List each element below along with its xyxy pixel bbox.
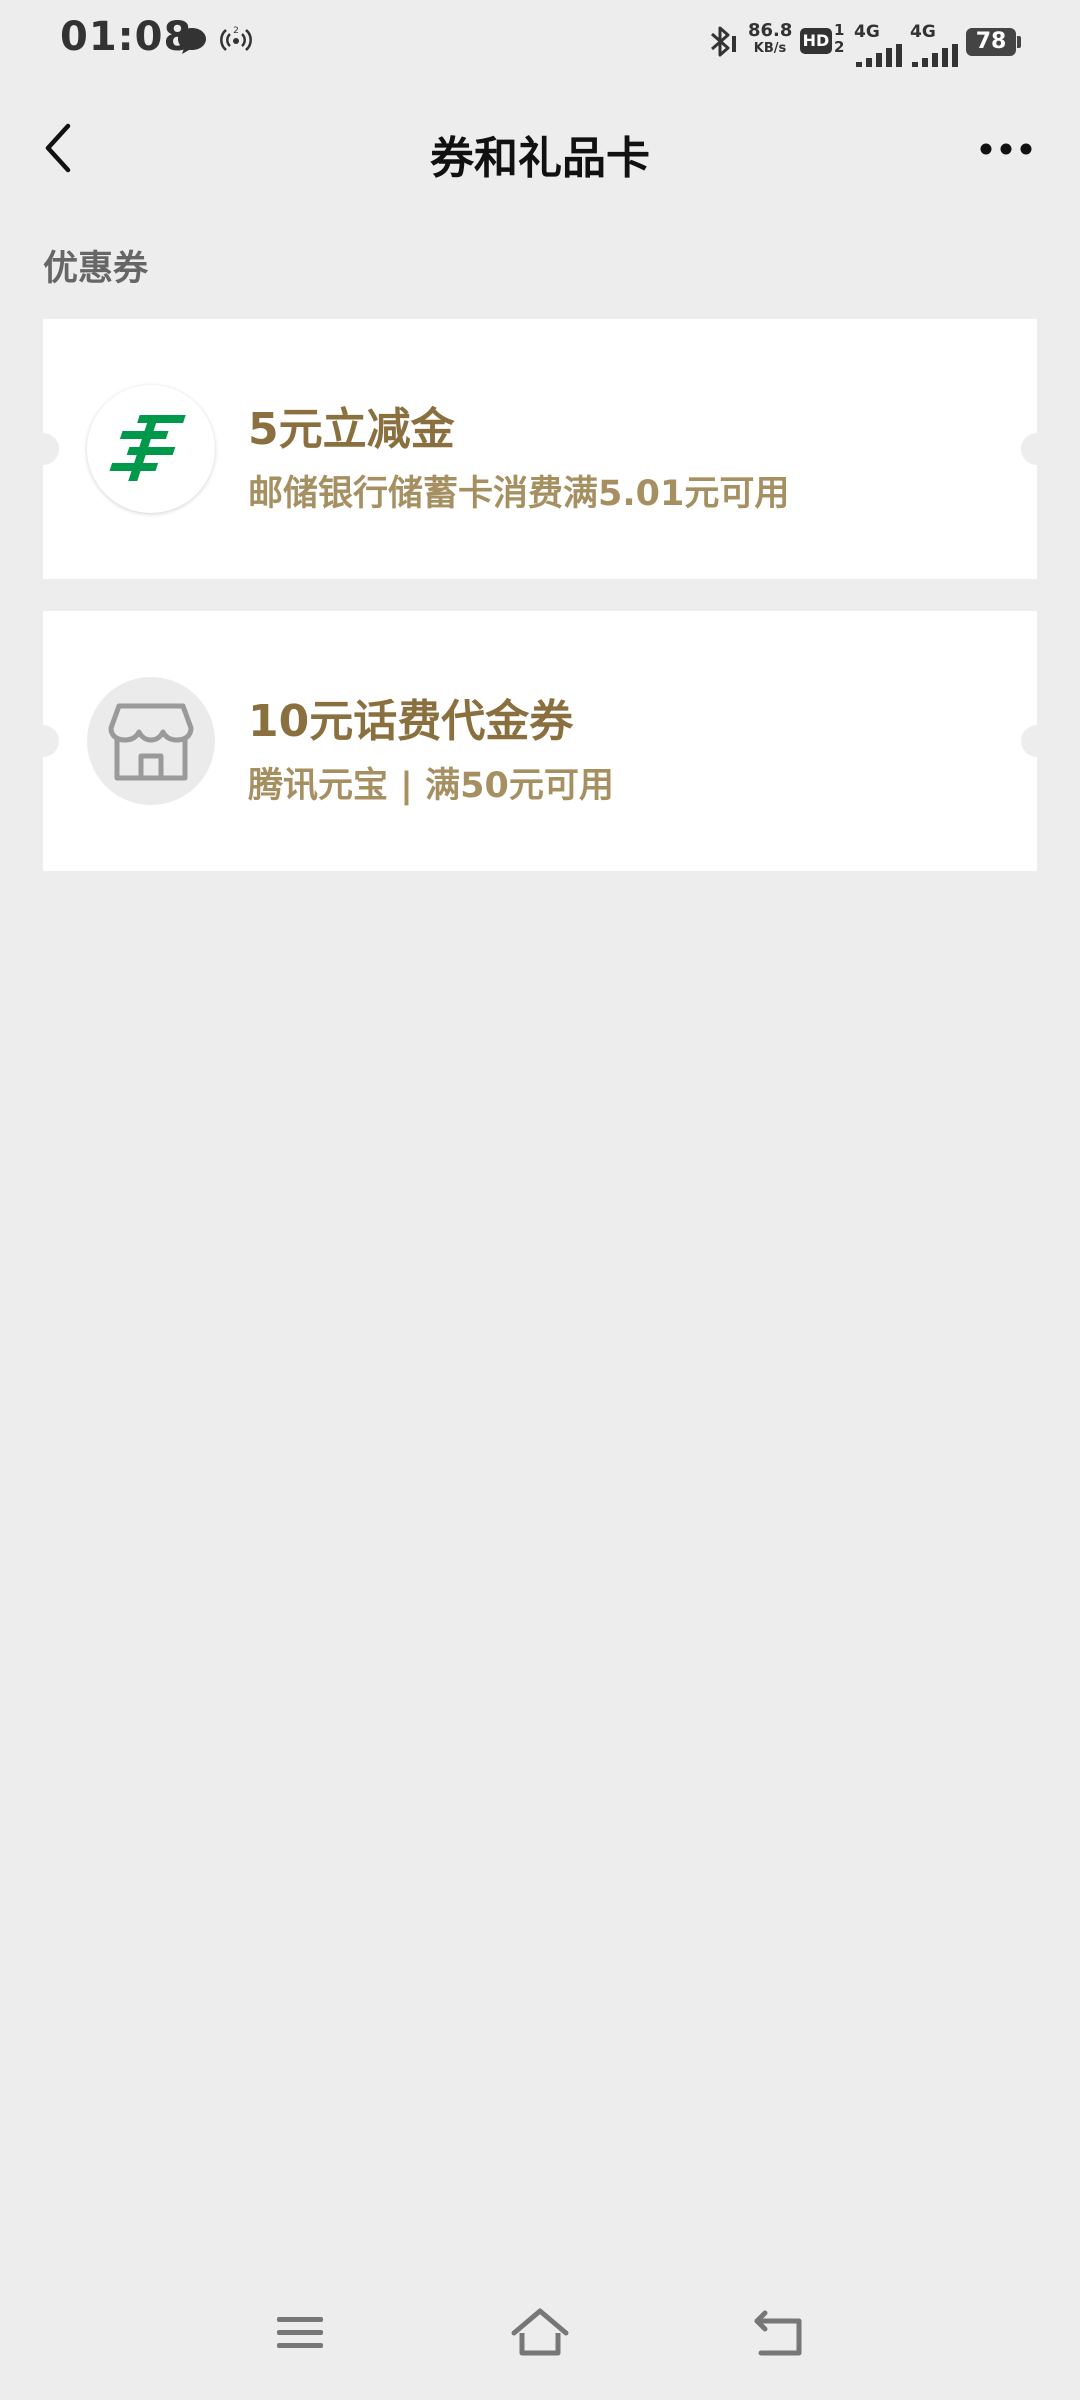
store-icon (87, 677, 215, 805)
network-1-label: 4G (854, 22, 880, 42)
network-2-label: 4G (910, 22, 936, 42)
home-icon (510, 2307, 570, 2363)
coupon-subtitle: 腾讯元宝 | 满50元可用 (248, 766, 614, 806)
coupon-title: 10元话费代金券 (248, 696, 574, 747)
battery-icon (1017, 36, 1021, 48)
message-bubble-icon (176, 26, 208, 60)
more-button[interactable] (966, 126, 1046, 174)
back-button[interactable] (28, 118, 88, 182)
coupon-notch (27, 725, 59, 757)
coupon-notch (1021, 433, 1053, 465)
battery-level: 78 (966, 28, 1016, 56)
coupons-page: 01:08 2 86.8 KB/s HD 1 2 4G 4G 78 券和礼品卡 … (0, 0, 1080, 2400)
svg-text:2: 2 (233, 26, 239, 36)
menu-button[interactable] (260, 2300, 340, 2370)
network-speed: 86.8 KB/s (748, 20, 793, 56)
coupon-subtitle: 邮储银行储蓄卡消费满5.01元可用 (248, 474, 790, 514)
more-dots-icon (979, 141, 1033, 160)
bluetooth-icon (704, 24, 738, 64)
back-system-button[interactable] (740, 2300, 820, 2370)
coupon-title: 5元立减金 (248, 404, 455, 455)
system-nav-bar (0, 2290, 1080, 2380)
coupon-card[interactable]: 10元话费代金券 腾讯元宝 | 满50元可用 (27, 611, 1053, 871)
signal-bars-icon (912, 44, 958, 72)
coupon-card[interactable]: 5元立减金 邮储银行储蓄卡消费满5.01元可用 (27, 319, 1053, 579)
hotspot-icon: 2 (218, 24, 254, 60)
coupon-notch (1021, 725, 1053, 757)
signal-bars-icon (856, 44, 902, 72)
postal-bank-logo (87, 385, 215, 513)
coupon-notch (27, 433, 59, 465)
chevron-left-icon (42, 122, 74, 178)
speed-unit: KB/s (753, 41, 787, 56)
back-arrow-icon (753, 2309, 807, 2361)
status-bar: 01:08 2 86.8 KB/s HD 1 2 4G 4G 78 (0, 0, 1080, 84)
menu-icon (275, 2313, 325, 2357)
hd-badge: HD (800, 28, 832, 54)
page-title: 券和礼品卡 (430, 133, 650, 184)
status-time: 01:08 (60, 14, 193, 60)
nav-bar: 券和礼品卡 (0, 100, 1080, 200)
hd-sub-label: 1 2 (834, 21, 845, 56)
speed-value: 86.8 (748, 20, 793, 41)
section-label-coupons: 优惠券 (43, 249, 149, 289)
home-button[interactable] (500, 2300, 580, 2370)
